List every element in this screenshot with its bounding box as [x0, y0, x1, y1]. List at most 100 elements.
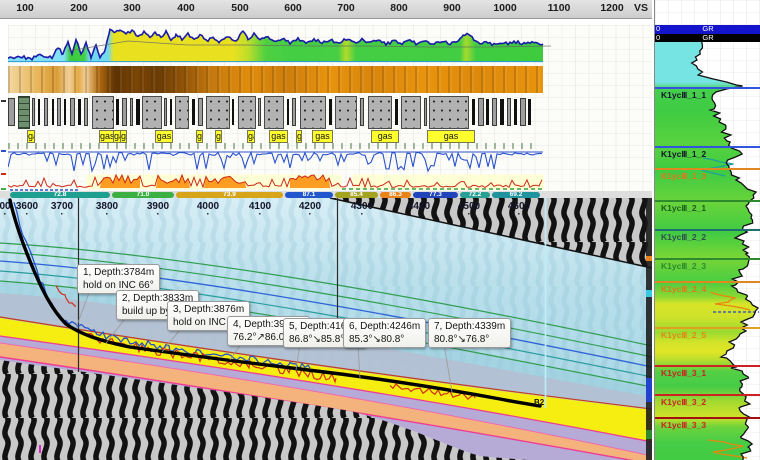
- lithology-block: [429, 96, 469, 129]
- ruler-tick: 800: [390, 2, 408, 14]
- formation-label: K1ycⅢ_1_3: [655, 171, 760, 182]
- gas-flag: gas: [155, 130, 173, 143]
- gas-flag: gas: [120, 130, 127, 143]
- lithology-block: [206, 96, 230, 129]
- trajectory-annotation[interactable]: 6, Depth:4246m 85.3°↘80.8°: [343, 318, 426, 348]
- annotation-inclination: 80.8°↘76.8°: [434, 333, 505, 346]
- formation-label: K1ycⅢ_3_2: [655, 397, 760, 408]
- formation-label: K1ycⅢ_1_2: [655, 149, 760, 160]
- formation-line: [655, 258, 760, 260]
- lithology-block: [136, 99, 140, 125]
- lithology-block: [92, 96, 114, 129]
- inclination-pill[interactable]: 71.0: [112, 192, 174, 198]
- inclination-pill[interactable]: 72.2: [460, 192, 490, 198]
- formation-line: [655, 200, 760, 202]
- annotation-depth: 6, Depth:4246m: [349, 320, 420, 333]
- inclination-pill[interactable]: 86.3: [380, 192, 411, 198]
- lithology-block: [116, 99, 119, 125]
- formation-marker[interactable]: K1ycⅢ_3_2: [655, 394, 760, 408]
- depth-tick: 4500: [458, 201, 480, 217]
- annotation-depth: 3, Depth:3876m: [173, 303, 244, 316]
- formation-line: [655, 146, 760, 148]
- lithology-block: [192, 99, 195, 125]
- formation-label: K1ycⅢ_2_5: [655, 330, 760, 341]
- depth-tick: 4300: [351, 201, 373, 217]
- lithology-block: [52, 99, 54, 125]
- depth-tick: 00: [0, 201, 11, 217]
- curve-name: GR: [655, 34, 760, 43]
- gas-flag: gas: [371, 130, 399, 143]
- lithology-block: [528, 99, 531, 125]
- lithology-block: [500, 99, 504, 125]
- lithology-block: [198, 98, 203, 126]
- formation-marker[interactable]: K1ycⅢ_1_3: [655, 168, 760, 182]
- gas-flag: gas: [269, 130, 288, 143]
- cross-section[interactable]: 0036003700380039004000410042004300440045…: [0, 198, 652, 460]
- geosteering-app: 100200300400500600700800900100011001200V…: [0, 0, 760, 460]
- ruler-tick: 900: [443, 2, 461, 14]
- formation-marker[interactable]: K1ycⅢ_3_3: [655, 417, 760, 431]
- inclination-pill[interactable]: 85.4: [335, 192, 378, 198]
- formation-marker[interactable]: K1ycⅢ_2_4: [655, 281, 760, 295]
- ruler-tick: 300: [123, 2, 141, 14]
- formation-line: [655, 87, 760, 89]
- ruler-tick: 400: [177, 2, 195, 14]
- inclination-pill[interactable]: 73.9: [176, 192, 283, 198]
- formation-label: K1ycⅢ_2_2: [655, 232, 760, 243]
- lithology-block: [264, 96, 284, 129]
- gas-show-row[interactable]: gasgasgasgasgasgasgasgasgasgasgasgasgas: [0, 129, 652, 143]
- gas-flag: gas: [427, 130, 475, 143]
- resistivity-log-track[interactable]: [8, 149, 652, 173]
- annotation-depth: 1, Depth:3784m: [83, 266, 154, 279]
- depth-tick: 4100: [249, 201, 271, 217]
- gas-flag: gas: [27, 130, 35, 143]
- gas-log-track[interactable]: [8, 173, 652, 191]
- offset-well-panel[interactable]: 0 GR 0 GR K1ycⅢ_1_1 K1ycⅢ_1_2: [654, 0, 760, 460]
- vs-ruler[interactable]: 100200300400500600700800900100011001200V…: [0, 0, 652, 19]
- curve-header[interactable]: 0 GR: [655, 34, 760, 43]
- section-marker: [39, 445, 41, 453]
- lithology-block: [335, 96, 357, 129]
- ruler-tick: VS: [634, 2, 648, 14]
- formation-label: K1ycⅢ_2_4: [655, 284, 760, 295]
- lithology-block: [175, 96, 189, 129]
- formation-line: [655, 327, 760, 329]
- track-min-mark: [1, 150, 6, 152]
- formation-marker[interactable]: K1ycⅢ_2_3: [655, 258, 760, 272]
- lithology-block: [287, 99, 289, 125]
- inclination-pill[interactable]: 69.2: [492, 192, 540, 198]
- inclination-pill[interactable]: 87.1: [285, 192, 333, 198]
- lithology-block: [401, 96, 421, 129]
- lithology-track[interactable]: [0, 96, 652, 129]
- ruler-tick: 1200: [600, 2, 623, 14]
- formation-marker[interactable]: K1ycⅢ_2_2: [655, 229, 760, 243]
- lithology-block: [78, 99, 81, 125]
- gr-log-track[interactable]: [8, 25, 652, 63]
- lithology-block: [32, 98, 35, 126]
- formation-label: K1ycⅢ_3_1: [655, 368, 760, 379]
- annotation-depth: 7, Depth:4339m: [434, 320, 505, 333]
- lithology-block: [292, 98, 296, 126]
- ruler-tick: 100: [16, 2, 34, 14]
- lithology-block: [142, 96, 162, 129]
- inclination-pill[interactable]: 77.3: [413, 192, 458, 198]
- depth-tick: 3900: [147, 201, 169, 217]
- lithology-block: [360, 98, 364, 126]
- lithology-block: [478, 98, 484, 126]
- formation-marker[interactable]: K1ycⅢ_2_1: [655, 200, 760, 214]
- lithology-block: [472, 99, 475, 125]
- lithology-block: [300, 96, 326, 129]
- density-color-band-track[interactable]: [8, 66, 543, 93]
- trajectory-annotation[interactable]: 7, Depth:4339m 80.8°↘76.8°: [428, 318, 511, 348]
- ruler-tick: 1000: [493, 2, 516, 14]
- inclination-pill[interactable]: 72.8: [10, 192, 110, 198]
- formation-marker[interactable]: K1ycⅢ_1_1: [655, 87, 760, 101]
- formation-line: [655, 394, 760, 396]
- formation-marker[interactable]: K1ycⅢ_2_5: [655, 327, 760, 341]
- lithology-block: [70, 98, 75, 126]
- lithology-block: [8, 98, 15, 126]
- formation-marker[interactable]: K1ycⅢ_3_1: [655, 365, 760, 379]
- curve-scale-min: 0: [656, 34, 660, 43]
- ruler-tick: 600: [284, 2, 302, 14]
- formation-marker[interactable]: K1ycⅢ_1_2: [655, 146, 760, 160]
